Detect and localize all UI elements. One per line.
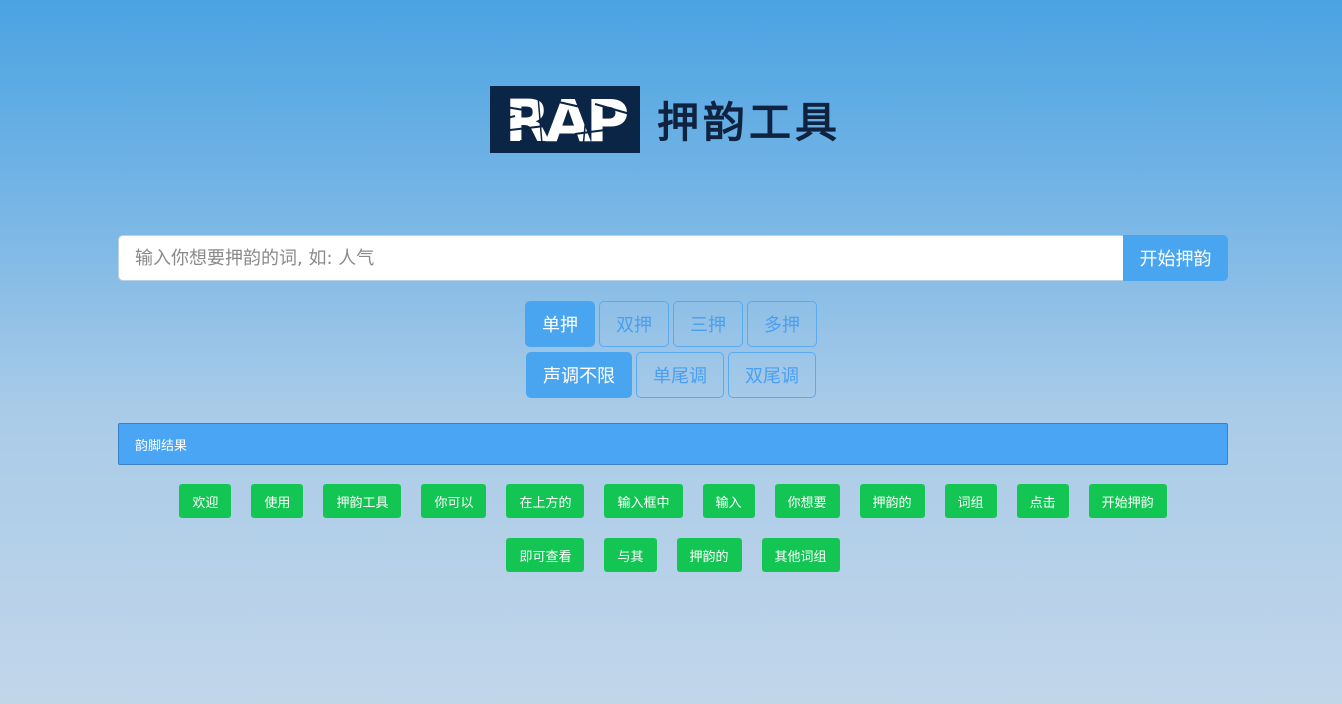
rhyme-mode-group: 单押 双押 三押 多押 bbox=[0, 301, 1342, 347]
result-tag[interactable]: 词组 bbox=[944, 484, 997, 518]
result-tag[interactable]: 在上方的 bbox=[506, 484, 585, 518]
page-title: 押韵工具 bbox=[657, 98, 842, 147]
tone-mode-single-tail[interactable]: 单尾调 bbox=[636, 352, 724, 398]
search-bar: 开始押韵 bbox=[118, 235, 1228, 281]
result-tag[interactable]: 输入框中 bbox=[604, 484, 683, 518]
result-tag[interactable]: 你可以 bbox=[421, 484, 487, 518]
result-tag[interactable]: 你想要 bbox=[774, 484, 840, 518]
search-input[interactable] bbox=[118, 235, 1123, 281]
result-tag[interactable]: 押韵工具 bbox=[323, 484, 402, 518]
rhyme-mode-triple[interactable]: 三押 bbox=[673, 301, 743, 347]
result-tag[interactable]: 其他词组 bbox=[761, 538, 840, 572]
result-tag[interactable]: 押韵的 bbox=[859, 484, 925, 518]
results-title: 韵脚结果 bbox=[135, 438, 188, 454]
result-tag[interactable]: 使用 bbox=[251, 484, 304, 518]
result-tag[interactable]: 开始押韵 bbox=[1088, 484, 1167, 518]
logo-scratch-texture bbox=[494, 93, 636, 149]
result-tag[interactable]: 即可查看 bbox=[506, 538, 585, 572]
tone-mode-any[interactable]: 声调不限 bbox=[526, 352, 632, 398]
result-tag[interactable]: 与其 bbox=[604, 538, 657, 572]
rhyme-mode-double[interactable]: 双押 bbox=[599, 301, 669, 347]
results-list: 欢迎 使用 押韵工具 你可以 在上方的 输入框中 输入 你想要 押韵的 词组 点… bbox=[140, 484, 1206, 572]
start-rhyme-button[interactable]: 开始押韵 bbox=[1123, 235, 1228, 281]
result-tag[interactable]: 欢迎 bbox=[179, 484, 232, 518]
result-tag[interactable]: 点击 bbox=[1016, 484, 1069, 518]
rhyme-mode-single[interactable]: 单押 bbox=[525, 301, 595, 347]
results-header: 韵脚结果 bbox=[118, 423, 1228, 465]
tone-mode-double-tail[interactable]: 双尾调 bbox=[728, 352, 816, 398]
app-header: RAP 押韵工具 bbox=[490, 86, 841, 153]
rhyme-mode-multi[interactable]: 多押 bbox=[747, 301, 817, 347]
tone-mode-group: 声调不限 单尾调 双尾调 bbox=[0, 352, 1342, 398]
result-tag[interactable]: 押韵的 bbox=[676, 538, 742, 572]
rap-logo: RAP bbox=[490, 86, 640, 153]
result-tag[interactable]: 输入 bbox=[702, 484, 755, 518]
